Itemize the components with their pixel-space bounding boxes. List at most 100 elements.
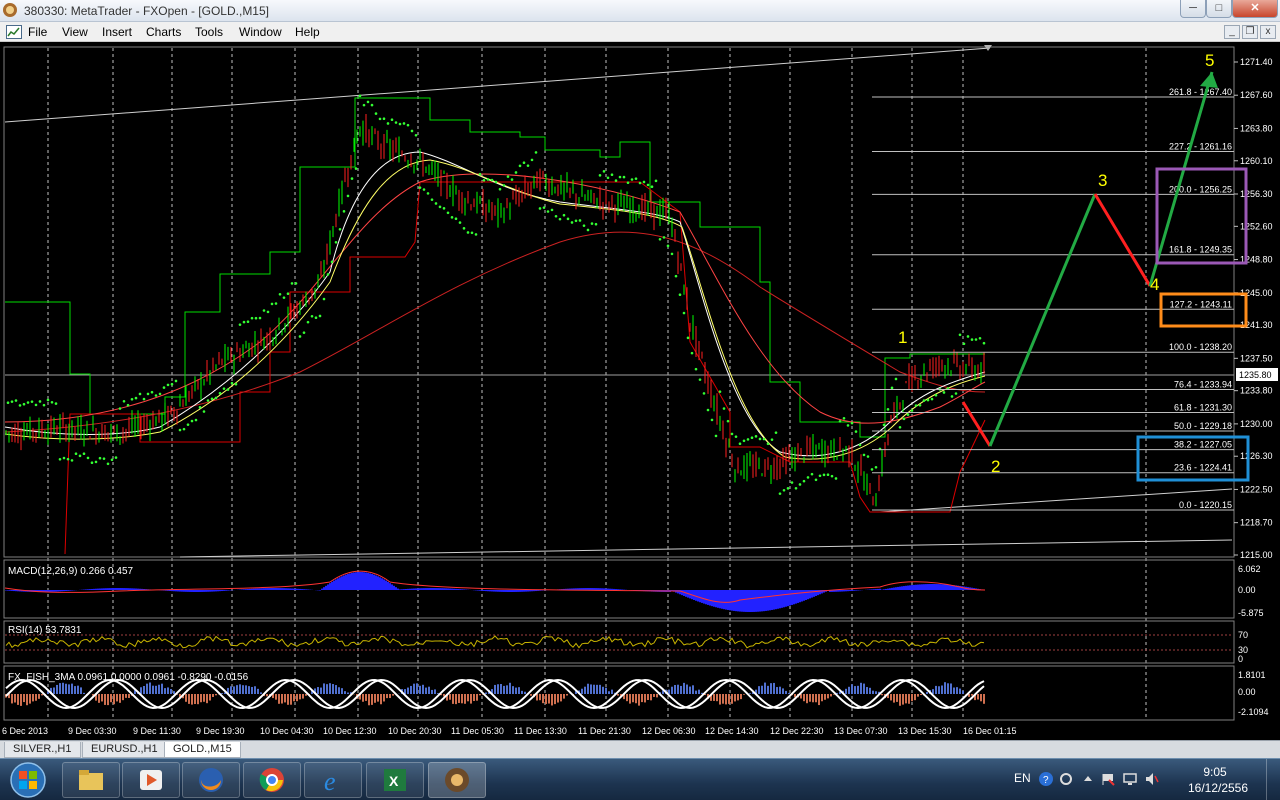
chart-window-icon[interactable]: [6, 25, 22, 39]
price-label: 1230.00: [1240, 419, 1273, 429]
sar-dot: [106, 462, 110, 466]
window-title: 380330: MetaTrader - FXOpen - [GOLD.,M15…: [24, 4, 269, 18]
time-label: 12 Dec 14:30: [705, 726, 759, 736]
fibo-level-label: 127.2 - 1243.11: [1170, 299, 1232, 309]
price-label: 1233.80: [1240, 386, 1273, 396]
price-label: 1215.00: [1240, 550, 1273, 560]
excel-icon: X: [384, 769, 406, 791]
fibo-level-label: 61.8 - 1231.30: [1174, 403, 1232, 413]
sar-dot: [518, 164, 522, 168]
parabolic-sar-dots: [6, 94, 986, 495]
sar-dot: [914, 404, 918, 407]
upper-trendline[interactable]: [4, 47, 991, 123]
language-indicator[interactable]: EN: [1014, 771, 1031, 785]
sar-dot: [250, 316, 254, 320]
start-button[interactable]: [2, 761, 54, 799]
sar-dot: [446, 211, 450, 215]
fibo-level-label: 100.0 - 1238.20: [1169, 342, 1232, 352]
menu-file[interactable]: File: [28, 25, 47, 39]
fisher-subwindow[interactable]: FX_FISH_3MA 0.0961 0.0000 0.0961 -0.8290…: [3, 665, 1269, 721]
clock-time[interactable]: 9:05: [1180, 765, 1250, 779]
sar-dot: [886, 408, 890, 411]
sar-dot: [238, 323, 242, 326]
sar-dot: [310, 314, 314, 318]
clock-date[interactable]: 16/12/2556: [1178, 781, 1258, 795]
sar-dot: [338, 227, 342, 231]
taskbar-firefox[interactable]: [182, 762, 240, 798]
sar-dot: [902, 417, 906, 421]
wave-2-3-line[interactable]: [988, 193, 1097, 447]
sar-dot: [226, 388, 230, 391]
sar-dot: [834, 477, 838, 480]
sar-dot: [566, 217, 570, 221]
fisher-scale-bottom: -2.1094: [1238, 707, 1269, 717]
tab-silver-h1[interactable]: SILVER.,H1: [4, 742, 81, 758]
close-button[interactable]: ✕: [1232, 0, 1278, 18]
sar-dot: [482, 178, 486, 182]
minimize-button[interactable]: ─: [1180, 0, 1206, 18]
fibo-level-label: 161.8 - 1249.35: [1169, 245, 1232, 255]
taskbar-metatrader[interactable]: [428, 762, 486, 798]
sar-dot: [622, 175, 626, 179]
menu-tools[interactable]: Tools: [195, 25, 223, 39]
sar-dot: [502, 184, 506, 187]
sar-dot: [286, 292, 290, 296]
time-label: 9 Dec 03:30: [68, 726, 117, 736]
show-hidden-icons[interactable]: [1080, 771, 1096, 787]
child-minimize-button[interactable]: _: [1224, 25, 1240, 39]
maximize-button[interactable]: □: [1206, 0, 1232, 18]
sar-dot: [926, 398, 930, 402]
chart-window[interactable]: 1271.40 1267.60 1263.80 1260.10 1256.30 1252.…: [0, 42, 1280, 740]
sar-dot: [930, 397, 934, 401]
taskbar-chrome[interactable]: [243, 762, 301, 798]
windows-taskbar: e X EN ? 9:05 16/12/2556: [0, 758, 1280, 800]
sar-dot: [754, 435, 758, 438]
sar-dot: [922, 399, 926, 402]
taskbar-media-player[interactable]: [122, 762, 180, 798]
menu-help[interactable]: Help: [295, 25, 320, 39]
sar-dot: [114, 456, 118, 459]
sar-dot: [34, 403, 38, 407]
volume-icon[interactable]: [1144, 771, 1160, 787]
rsi-subwindow[interactable]: RSI(14) 53.7831 70 30 0: [3, 620, 1248, 664]
sar-dot: [126, 403, 130, 407]
sar-dot: [254, 316, 258, 320]
fibo-level-label: 38.2 - 1227.05: [1174, 440, 1232, 450]
price-chart[interactable]: 1271.401267.601263.801260.101256.301252.…: [0, 42, 1280, 740]
sar-dot: [526, 164, 530, 167]
taskbar-ie[interactable]: e: [304, 762, 362, 798]
sar-dot: [458, 221, 462, 224]
help-icon[interactable]: ?: [1038, 771, 1054, 787]
input-settings-icon[interactable]: [1058, 771, 1074, 787]
support-line[interactable]: [179, 539, 1233, 558]
menu-window[interactable]: Window: [239, 25, 282, 39]
tab-eurusd-h1[interactable]: EURUSD.,H1: [82, 742, 167, 758]
sar-dot: [630, 178, 634, 181]
sar-dot: [978, 336, 982, 340]
wave-1-2-line[interactable]: [961, 401, 992, 447]
wave-3-4-line[interactable]: [1093, 193, 1152, 287]
network-icon[interactable]: [1122, 771, 1138, 787]
sar-dot: [418, 186, 422, 189]
sar-dot: [794, 487, 798, 490]
sar-dot: [786, 487, 790, 490]
menu-charts[interactable]: Charts: [146, 25, 181, 39]
menu-view[interactable]: View: [62, 25, 88, 39]
tab-gold-m15[interactable]: GOLD.,M15: [164, 742, 241, 758]
child-restore-button[interactable]: ❐: [1242, 25, 1258, 39]
time-label: 13 Dec 07:30: [834, 726, 888, 736]
sar-dot: [546, 210, 550, 213]
taskbar-excel[interactable]: X: [366, 762, 424, 798]
show-desktop-button[interactable]: [1266, 759, 1280, 800]
flag-icon[interactable]: [1100, 771, 1116, 787]
taskbar-explorer[interactable]: [62, 762, 120, 798]
menu-insert[interactable]: Insert: [102, 25, 132, 39]
macd-subwindow[interactable]: MACD(12,26,9) 0.266 0.457 6.062 0.00 -5.…: [3, 559, 1264, 619]
child-close-button[interactable]: x: [1260, 25, 1276, 39]
sar-dot: [398, 122, 402, 126]
sar-dot: [510, 178, 514, 181]
sar-dot: [54, 402, 58, 405]
sar-dot: [954, 392, 958, 395]
wave-label-4: 4: [1150, 275, 1159, 294]
sar-dot: [66, 457, 70, 461]
